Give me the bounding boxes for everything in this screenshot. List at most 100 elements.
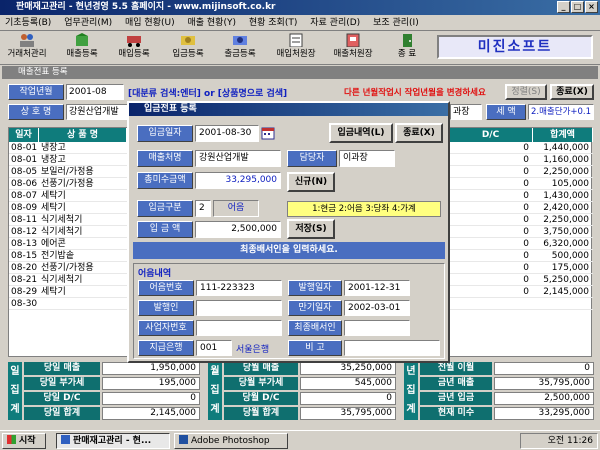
- sales-register-button[interactable]: 매출등록: [60, 33, 104, 63]
- business-number-label: 사업자번호: [138, 320, 194, 336]
- withdraw-register-button[interactable]: 출금등록: [218, 33, 262, 63]
- manager-input[interactable]: 이과장: [339, 150, 395, 167]
- business-number-input[interactable]: [196, 320, 282, 336]
- deposit-type-hint: 1:현금 2:어음 3:당좌 4:가계: [287, 201, 441, 217]
- row-date: 08-05: [11, 167, 38, 177]
- purchase-register-button[interactable]: 매입등록: [112, 33, 156, 63]
- purchase-ledger-button[interactable]: 매입처원장: [270, 33, 322, 63]
- row-total: 6,320,000: [543, 239, 589, 249]
- menu-item-sales[interactable]: 매출 현황(Y): [182, 15, 241, 31]
- row-total: 2,250,000: [543, 215, 589, 225]
- yearly-summary: 전월 이월 0 금년 매출 35,795,000 금년 입금 2,500,000…: [420, 362, 594, 420]
- row-total: 1,160,000: [543, 155, 589, 165]
- money-in-icon: [181, 36, 195, 45]
- task-sales-app[interactable]: 판매재고관리 - 현...: [56, 433, 170, 449]
- toolbar: 거래처관리 매출등록 매입등록 입금등록 출금등록 매입처원장 매출처원장 종 …: [0, 31, 600, 65]
- sales-ledger-button[interactable]: 매출처원장: [326, 33, 380, 63]
- pay-bank-code-input[interactable]: 001: [196, 340, 232, 356]
- bill-number-input[interactable]: 111-223323: [196, 280, 282, 296]
- customer-manage-button[interactable]: 거래처관리: [2, 33, 52, 63]
- row-dc: 0: [523, 155, 529, 165]
- row-date: 08-07: [11, 191, 38, 201]
- row-dc: 0: [523, 287, 529, 297]
- memo-label: 비 고: [288, 340, 342, 356]
- issue-date-input[interactable]: 2001-12-31: [344, 280, 410, 296]
- issue-date-label: 발행일자: [288, 280, 342, 296]
- app-icon: [61, 435, 70, 444]
- deposit-type-input[interactable]: 2: [195, 200, 211, 217]
- row-dc: 0: [523, 203, 529, 213]
- monthly-dc-value: 0: [300, 392, 396, 405]
- row-dc: 0: [523, 143, 529, 153]
- exit-button[interactable]: 종 료: [390, 33, 424, 63]
- monthly-total-label: 당월 합계: [224, 407, 298, 420]
- pay-bank-name: 서울은행: [236, 345, 270, 355]
- row-product: 식기세척기: [41, 215, 83, 225]
- customer-input[interactable]: 강원산업개발: [66, 104, 128, 120]
- row-dc: 0: [523, 215, 529, 225]
- row-product: 에어콘: [41, 239, 66, 249]
- row-total: 1,440,000: [543, 143, 589, 153]
- row-product: 보일러/가정용: [41, 167, 94, 177]
- row-dc: 0: [523, 191, 529, 201]
- maximize-icon[interactable]: □: [571, 1, 584, 13]
- issuer-input[interactable]: [196, 300, 282, 316]
- minimize-icon[interactable]: _: [557, 1, 570, 13]
- close-icon[interactable]: ×: [585, 1, 598, 13]
- row-date: 08-21: [11, 275, 38, 285]
- row-product: 식기세척기: [41, 227, 83, 237]
- box-icon: [76, 33, 88, 46]
- total-receivable-value: 33,295,000: [195, 172, 281, 189]
- row-date: 08-11: [11, 215, 38, 225]
- due-date-label: 만기일자: [288, 300, 342, 316]
- work-year-input[interactable]: 2001-08: [66, 84, 124, 100]
- menu-item-purchase[interactable]: 매입 현황(U): [120, 15, 180, 31]
- save-button[interactable]: 저장(S): [287, 219, 335, 239]
- daily-dc-value: 0: [102, 392, 200, 405]
- task-photoshop[interactable]: Adobe Photoshop: [174, 433, 288, 449]
- row-product: 식기세척기: [41, 275, 83, 285]
- deposit-date-input[interactable]: 2001-08-30: [195, 125, 259, 142]
- deposit-history-button[interactable]: 입금내역(L): [329, 123, 393, 143]
- monthly-summary: 당월 매출 35,250,000 당월 부가세 545,000 당월 D/C 0…: [224, 362, 396, 420]
- deposit-amount-input[interactable]: 2,500,000: [195, 221, 281, 238]
- window-title-bar: 판매재고관리 - 현년경영 5.5 홈페이지 - www.mijinsoft.c…: [0, 0, 600, 15]
- daily-total-label: 당일 합계: [24, 407, 100, 420]
- menu-item-aux[interactable]: 보조 관리(I): [368, 15, 424, 31]
- monthly-sales-value: 35,250,000: [300, 362, 396, 375]
- menu-item-business[interactable]: 업무관리(M): [59, 15, 117, 31]
- start-button[interactable]: 시작: [2, 433, 46, 449]
- monthly-sales-label: 당월 매출: [224, 362, 298, 375]
- child-close-button[interactable]: 종료(X): [550, 84, 594, 100]
- daily-dc-label: 당일 D/C: [24, 392, 100, 405]
- receivable-value: 33,295,000: [494, 407, 594, 420]
- memo-input[interactable]: [344, 340, 440, 356]
- sales-customer-input[interactable]: 강원산업개발: [195, 150, 281, 167]
- row-date: 08-09: [11, 203, 38, 213]
- row-dc: 0: [523, 263, 529, 273]
- row-total: 3,750,000: [543, 227, 589, 237]
- menu-item-data[interactable]: 자료 관리(D): [305, 15, 365, 31]
- grid-header-date: 일자: [9, 128, 39, 142]
- window-title: 판매재고관리 - 현년경영 5.5 홈페이지 - www.mijinsoft.c…: [16, 2, 276, 12]
- due-date-input[interactable]: 2002-03-01: [344, 300, 410, 316]
- daily-vat-label: 당일 부가세: [24, 377, 100, 390]
- menu-item-basic[interactable]: 기초등록(B): [0, 15, 56, 31]
- grid-header-product: 상 품 명: [39, 128, 127, 142]
- year-sales-value: 35,795,000: [494, 377, 594, 390]
- deposit-register-button[interactable]: 입금등록: [166, 33, 210, 63]
- menu-bar: 기초등록(B) 업무관리(M) 매입 현황(U) 매출 현황(Y) 현황 조회(…: [0, 15, 600, 31]
- tax-mode-field[interactable]: 2.매출단가+0.1: [528, 104, 594, 120]
- calendar-icon[interactable]: [261, 126, 275, 140]
- row-date: 08-29: [11, 287, 38, 297]
- grid-header-dc: D/C: [449, 128, 533, 142]
- prev-carry-value: 0: [494, 362, 594, 375]
- work-year-warning: 다른 년월작업시 작업년월을 변경하세요: [344, 88, 486, 98]
- dialog-close-button[interactable]: 종료(X): [395, 123, 443, 143]
- sort-button[interactable]: 정렬(S): [505, 84, 547, 100]
- endorser-input[interactable]: [344, 320, 410, 336]
- row-date: 08-12: [11, 227, 38, 237]
- menu-item-status[interactable]: 현황 조회(T): [244, 15, 303, 31]
- daily-vat-value: 195,000: [102, 377, 200, 390]
- new-button[interactable]: 신규(N): [287, 172, 335, 192]
